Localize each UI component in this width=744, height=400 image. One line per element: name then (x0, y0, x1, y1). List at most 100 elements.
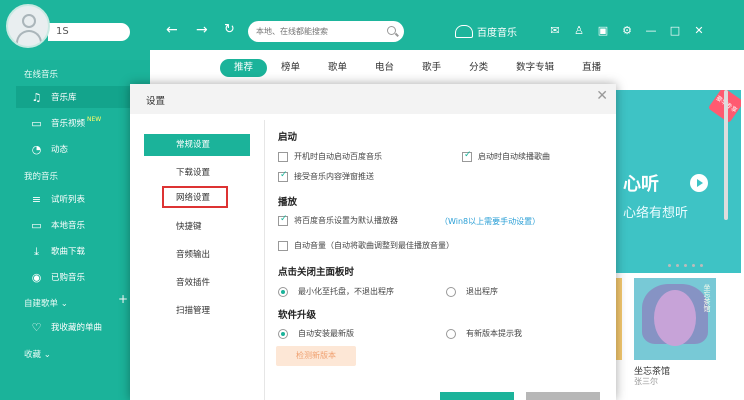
sidebar-section-label: 收藏 (24, 350, 42, 360)
brand-name: 百度音乐 (477, 28, 517, 39)
briefcase-icon[interactable]: ▣ (596, 24, 610, 37)
add-playlist-icon[interactable]: + (118, 292, 128, 306)
settings-icon[interactable]: ⚙ (620, 24, 634, 37)
sidebar-section-collect[interactable]: 收藏 ⌄ (24, 348, 51, 360)
settings-nav-download[interactable]: 下载设置 (144, 162, 250, 184)
sidebar-item-label: 动态 (51, 145, 69, 155)
back-arrow-icon[interactable]: ← (166, 22, 178, 38)
sidebar-item-label: 音乐视频 (51, 119, 86, 129)
section-upgrade: 软件升级 (278, 310, 317, 321)
win8-settings-link[interactable]: （Win8以上需要手动设置） (440, 216, 540, 227)
sidebar-item-label: 试听列表 (51, 195, 86, 205)
sidebar-item-playlist[interactable]: ≡ 试听列表 (16, 188, 130, 210)
new-badge: NEW (87, 115, 102, 123)
tab-bar: 推荐 榜单 歌单 电台 歌手 分类 数字专辑 直播 (220, 59, 615, 77)
forward-arrow-icon[interactable]: → (196, 22, 208, 38)
option-minimize-tray[interactable]: 最小化至托盘，不退出程序 (278, 286, 394, 297)
music-note-icon: ♫ (31, 90, 42, 104)
tab-categories[interactable]: 分类 (455, 59, 502, 77)
mail-icon[interactable]: ✉ (548, 24, 562, 37)
album-cover-text: 坐忘茶馆 (703, 284, 711, 312)
dialog-title: 设置 (146, 96, 166, 107)
search-input[interactable] (256, 24, 384, 39)
sidebar-section-mine: 我的音乐 (24, 172, 59, 182)
divider (264, 120, 265, 400)
sidebar-item-music-library[interactable]: ♫ 音乐库 (16, 86, 130, 108)
computer-icon: ▭ (31, 218, 42, 232)
album-cover[interactable]: 坐忘茶馆 (634, 278, 716, 360)
radio-selected[interactable] (278, 328, 288, 339)
close-icon[interactable]: ✕ (692, 24, 706, 37)
minimize-icon[interactable]: — (644, 24, 658, 37)
settings-nav-network[interactable]: 网络设置 (162, 186, 228, 208)
check-update-button[interactable]: 检测新版本 (276, 346, 356, 366)
option-exit-program[interactable]: 退出程序 (446, 286, 498, 297)
option-label: 开机时自动启动百度音乐 (294, 152, 382, 161)
sidebar-item-favorites[interactable]: ♡ 我收藏的单曲 (16, 316, 130, 338)
tab-digital-albums[interactable]: 数字专辑 (502, 59, 568, 77)
settings-nav-audio-output[interactable]: 音频输出 (144, 244, 250, 266)
checkbox-checked[interactable] (278, 170, 288, 182)
tab-recommend[interactable]: 推荐 (220, 59, 268, 77)
sidebar-item-downloads[interactable]: ⤓ 歌曲下载 (16, 240, 130, 262)
sidebar-section-online: 在线音乐 (24, 70, 59, 80)
radio[interactable] (446, 286, 456, 297)
radio[interactable] (446, 328, 456, 339)
refresh-icon[interactable]: ↻ (224, 22, 235, 37)
download-icon: ⤓ (34, 244, 39, 258)
option-default-player[interactable]: 将百度音乐设置为默认播放器 (278, 214, 398, 226)
close-icon[interactable]: ✕ (596, 88, 608, 104)
album-art-face (654, 290, 696, 346)
radio-selected[interactable] (278, 286, 288, 297)
option-label: 有新版本提示我 (466, 329, 522, 338)
option-auto-install[interactable]: 自动安装最新版 (278, 328, 354, 339)
promo-banner[interactable]: 豪华专享 心听 心络有想听 (615, 90, 741, 273)
album-artist[interactable]: 张三尔 (634, 376, 658, 387)
ok-button[interactable] (440, 392, 514, 400)
checkbox-checked[interactable] (278, 214, 288, 226)
search-icon[interactable] (387, 26, 396, 35)
sidebar-item-label: 音乐库 (51, 93, 77, 103)
sidebar-section-custom[interactable]: 自建歌单 ⌄ (24, 297, 68, 309)
checkbox[interactable] (278, 151, 288, 162)
window-controls: ✉ ♙ ▣ ⚙ — □ ✕ (548, 24, 706, 37)
username[interactable]: 1S (56, 26, 69, 37)
sidebar-item-local-music[interactable]: ▭ 本地音乐 (16, 214, 130, 236)
sidebar-item-purchased[interactable]: ◉ 已购音乐 (16, 266, 130, 288)
skin-icon[interactable]: ♙ (572, 24, 586, 37)
tab-live[interactable]: 直播 (568, 59, 615, 77)
option-auto-resume[interactable]: 启动时自动续播歌曲 (462, 150, 550, 162)
checkbox-checked[interactable] (462, 150, 472, 162)
play-icon[interactable] (690, 174, 708, 192)
search-box[interactable] (248, 21, 404, 42)
option-label: 自动安装最新版 (298, 329, 354, 338)
avatar-head (22, 14, 36, 28)
dialog-header[interactable]: 设置 ✕ (130, 84, 616, 114)
tab-playlists[interactable]: 歌单 (314, 59, 361, 77)
avatar[interactable] (6, 4, 50, 48)
scrollbar[interactable] (724, 90, 728, 220)
option-auto-volume[interactable]: 自动音量（自动将歌曲调整到最佳播放音量） (278, 240, 454, 251)
tab-radio[interactable]: 电台 (361, 59, 408, 77)
sidebar-section-label: 自建歌单 (24, 299, 59, 309)
tab-charts[interactable]: 榜单 (267, 59, 314, 77)
activity-icon: ◔ (31, 142, 42, 156)
option-accept-push[interactable]: 接受音乐内容弹窗推送 (278, 170, 374, 182)
sidebar-item-music-video[interactable]: ▭ 音乐视频 NEW (16, 112, 130, 134)
checkbox[interactable] (278, 240, 288, 251)
carousel-dots[interactable] (668, 264, 703, 267)
maximize-icon[interactable]: □ (668, 24, 682, 37)
settings-nav-scan[interactable]: 扫描管理 (144, 300, 250, 322)
cancel-button[interactable] (526, 392, 600, 400)
section-startup: 启动 (278, 132, 298, 143)
sidebar-item-activity[interactable]: ◔ 动态 (16, 138, 130, 160)
option-auto-start[interactable]: 开机时自动启动百度音乐 (278, 151, 382, 162)
settings-nav-hotkeys[interactable]: 快捷键 (144, 216, 250, 238)
settings-nav-general[interactable]: 常规设置 (144, 134, 250, 156)
purchased-icon: ◉ (31, 270, 42, 284)
option-notify-new[interactable]: 有新版本提示我 (446, 328, 522, 339)
sidebar-item-label: 已购音乐 (51, 273, 86, 283)
tab-artists[interactable]: 歌手 (408, 59, 455, 77)
settings-nav-effects[interactable]: 音效插件 (144, 272, 250, 294)
settings-dialog: 设置 ✕ 常规设置 下载设置 网络设置 快捷键 音频输出 音效插件 扫描管理 启… (130, 84, 616, 400)
